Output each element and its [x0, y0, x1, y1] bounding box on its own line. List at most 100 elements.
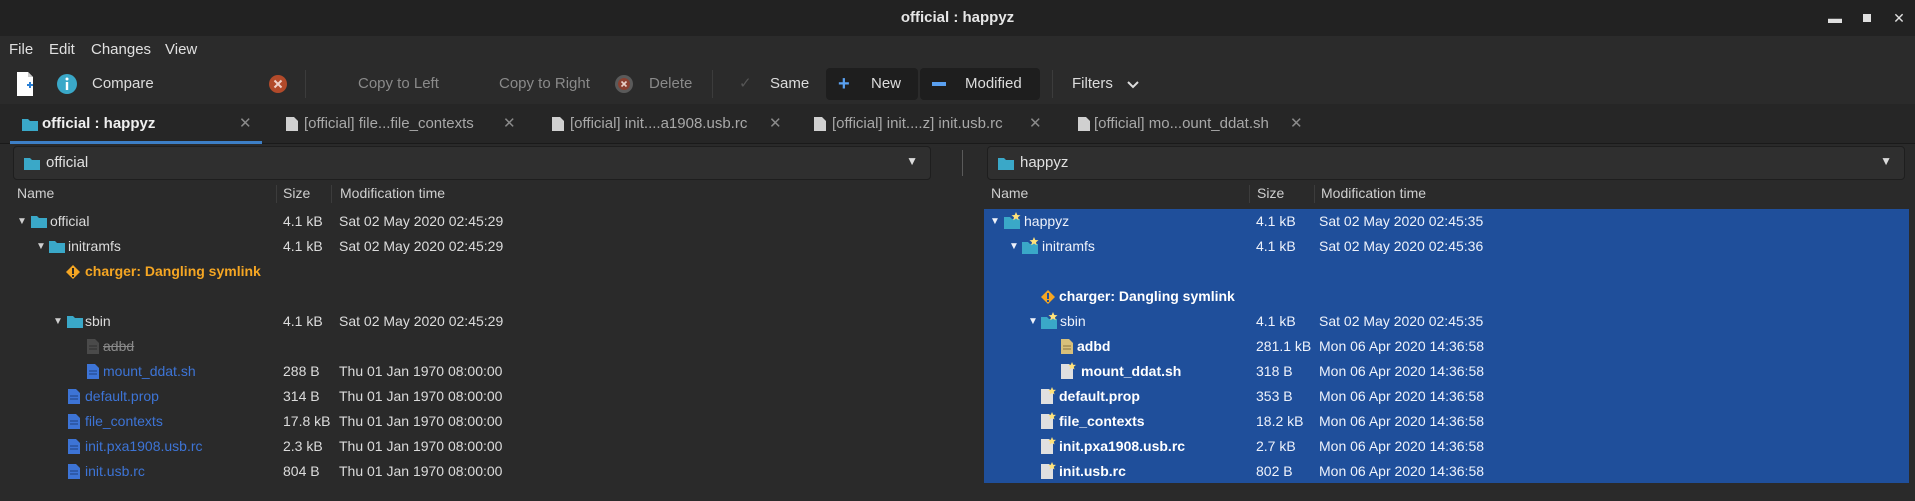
file-new-icon — [1041, 437, 1056, 454]
menu-changes[interactable]: Changes — [91, 41, 151, 58]
left-path-combo[interactable]: official ▼ — [13, 146, 931, 180]
file-icon — [87, 364, 99, 379]
tree-row[interactable]: init.usb.rc 802 B Mon 06 Apr 2020 14:36:… — [984, 459, 1909, 484]
right-header-name[interactable]: Name — [991, 185, 1028, 205]
tree-row[interactable]: ▼ official 4.1 kB Sat 02 May 2020 02:45:… — [0, 209, 940, 234]
tab-close-icon[interactable]: ✕ — [1290, 104, 1303, 144]
title-bar: official : happyz ▬ ✕ — [0, 0, 1915, 36]
column-separator[interactable] — [1249, 185, 1250, 203]
tree-row[interactable]: ▼ initramfs 4.1 kB Sat 02 May 2020 02:45… — [984, 234, 1909, 259]
document-icon — [1078, 117, 1090, 131]
tree-row[interactable]: ▼ sbin 4.1 kB Sat 02 May 2020 02:45:29 — [0, 309, 940, 334]
expander-down-icon[interactable]: ▼ — [36, 234, 46, 259]
folder-icon — [67, 316, 83, 328]
file-missing-icon — [87, 339, 99, 354]
tab-init-usb-rc[interactable]: [official] init....z] init.usb.rc ✕ — [812, 104, 1048, 144]
tree-row[interactable]: default.prop 353 B Mon 06 Apr 2020 14:36… — [984, 384, 1909, 409]
file-new-icon — [1041, 462, 1056, 479]
tree-row[interactable]: default.prop 314 B Thu 01 Jan 1970 08:00… — [0, 384, 940, 409]
folder-icon — [24, 158, 40, 170]
folder-icon — [31, 216, 47, 228]
tree-row[interactable]: init.pxa1908.usb.rc 2.3 kB Thu 01 Jan 19… — [0, 434, 940, 459]
tree-row[interactable]: init.usb.rc 804 B Thu 01 Jan 1970 08:00:… — [0, 459, 940, 484]
tab-mount-ddat-sh[interactable]: [official] mo...ount_ddat.sh ✕ — [1076, 104, 1316, 144]
minus-icon — [932, 82, 946, 86]
toolbar-separator — [305, 70, 306, 98]
tree-row[interactable]: charger: Dangling symlink — [984, 284, 1909, 309]
expander-down-icon[interactable]: ▼ — [990, 209, 1000, 234]
tab-close-icon[interactable]: ✕ — [1029, 104, 1042, 144]
expander-down-icon[interactable]: ▼ — [17, 209, 27, 234]
tree-row[interactable]: init.pxa1908.usb.rc 2.7 kB Mon 06 Apr 20… — [984, 434, 1909, 459]
dropdown-arrow-icon: ▼ — [906, 154, 918, 168]
expander-down-icon[interactable]: ▼ — [53, 309, 63, 334]
folder-icon — [49, 241, 65, 253]
delete-button[interactable]: Delete — [614, 68, 694, 100]
right-header-mtime[interactable]: Modification time — [1321, 185, 1426, 205]
file-icon — [68, 464, 80, 479]
right-path-label: happyz — [1020, 154, 1069, 171]
compare-button[interactable]: Compare — [56, 68, 176, 100]
minimize-icon[interactable]: ▬ — [1825, 8, 1845, 28]
close-icon[interactable]: ✕ — [1889, 8, 1909, 28]
checkmark-icon: ✓ — [739, 75, 752, 92]
column-separator[interactable] — [276, 185, 277, 203]
maximize-icon[interactable] — [1857, 8, 1877, 28]
folder-new-icon — [1022, 237, 1039, 254]
menu-file[interactable]: File — [9, 41, 33, 58]
toolbar: Compare Copy to Left Copy to Right Delet… — [0, 64, 1915, 104]
file-new-icon — [1041, 412, 1056, 429]
tree-row[interactable]: ▼ happyz 4.1 kB Sat 02 May 2020 02:45:35 — [984, 209, 1909, 234]
tree-row[interactable]: mount_ddat.sh 318 B Mon 06 Apr 2020 14:3… — [984, 359, 1909, 384]
stop-button[interactable] — [268, 68, 290, 100]
expander-down-icon[interactable]: ▼ — [1009, 234, 1019, 259]
file-icon — [68, 439, 80, 454]
tree-row[interactable]: charger: Dangling symlink — [0, 259, 940, 284]
filters-menu-button[interactable]: Filters — [1072, 68, 1142, 100]
tab-close-icon[interactable]: ✕ — [503, 104, 516, 144]
stop-icon — [269, 75, 287, 93]
tree-row[interactable]: ▼ initramfs 4.1 kB Sat 02 May 2020 02:45… — [0, 234, 940, 259]
tab-close-icon[interactable]: ✕ — [769, 104, 782, 144]
filter-modified-toggle[interactable]: Modified — [920, 68, 1040, 100]
tab-close-icon[interactable]: ✕ — [239, 104, 252, 144]
column-separator[interactable] — [1314, 185, 1315, 203]
window-title: official : happyz — [900, 9, 1015, 26]
filter-new-toggle[interactable]: + New — [826, 68, 918, 100]
tab-bar: official : happyz ✕ [official] file...fi… — [0, 104, 1915, 144]
column-separator[interactable] — [331, 185, 332, 203]
menu-edit[interactable]: Edit — [49, 41, 75, 58]
tab-file-contexts[interactable]: [official] file...file_contexts ✕ — [284, 104, 520, 144]
dropdown-arrow-icon: ▼ — [1880, 154, 1892, 168]
tab-official-happyz[interactable]: official : happyz ✕ — [10, 104, 262, 144]
folder-new-icon — [1041, 312, 1058, 329]
menu-view[interactable]: View — [165, 41, 197, 58]
tree-row[interactable]: file_contexts 18.2 kB Mon 06 Apr 2020 14… — [984, 409, 1909, 434]
tree-row[interactable]: mount_ddat.sh 288 B Thu 01 Jan 1970 08:0… — [0, 359, 940, 384]
chevron-down-icon — [1127, 81, 1139, 89]
toolbar-separator — [1052, 70, 1053, 98]
file-icon — [68, 414, 80, 429]
left-header-name[interactable]: Name — [17, 185, 54, 205]
toolbar-separator — [712, 70, 713, 98]
filter-same-toggle[interactable]: ✓ Same — [737, 68, 817, 100]
tree-row[interactable]: file_contexts 17.8 kB Thu 01 Jan 1970 08… — [0, 409, 940, 434]
expander-down-icon[interactable]: ▼ — [1028, 309, 1038, 334]
left-header-size[interactable]: Size — [283, 185, 310, 205]
left-header-mtime[interactable]: Modification time — [340, 185, 445, 205]
copy-to-left-button[interactable]: Copy to Left — [358, 68, 439, 100]
tree-row[interactable]: adbd 281.1 kB Mon 06 Apr 2020 14:36:58 — [984, 334, 1909, 359]
new-comparison-button[interactable] — [14, 68, 38, 100]
warning-icon — [66, 265, 80, 279]
active-tab-indicator — [10, 141, 262, 144]
file-new-icon — [1061, 362, 1076, 379]
tree-row[interactable]: adbd — [0, 334, 940, 359]
pane-divider[interactable] — [962, 150, 963, 176]
modified-label: Modified — [965, 75, 1022, 92]
right-header-size[interactable]: Size — [1257, 185, 1284, 205]
right-path-combo[interactable]: happyz ▼ — [987, 146, 1905, 180]
copy-to-right-button[interactable]: Copy to Right — [499, 68, 590, 100]
tab-init-pxa1908-usb-rc[interactable]: [official] init....a1908.usb.rc ✕ — [550, 104, 786, 144]
tree-row[interactable]: ▼ sbin 4.1 kB Sat 02 May 2020 02:45:35 — [984, 309, 1909, 334]
menu-bar: File Edit Changes View — [0, 36, 1915, 64]
